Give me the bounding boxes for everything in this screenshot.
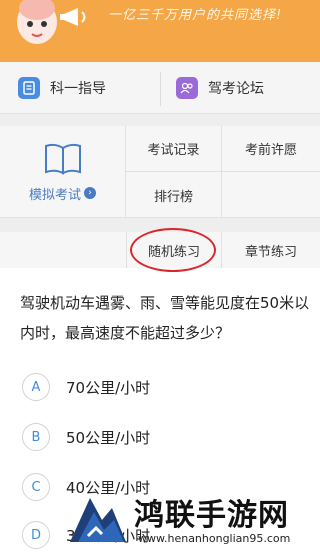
open-book-icon xyxy=(44,143,81,175)
highlight-circle xyxy=(130,228,216,272)
option-key: C xyxy=(22,473,50,501)
watermark: 鸿联手游网 www.henanhonglian95.com xyxy=(68,488,320,553)
book-guide-icon xyxy=(18,77,40,99)
divider xyxy=(160,72,161,106)
feature-grid: 模拟考试 › 考试记录 考前许愿 排行榜 xyxy=(0,126,320,218)
megaphone-icon xyxy=(60,8,86,26)
question-text: 驾驶机动车遇雾、雨、雪等能见度在50米以内时，最高速度不能超过多少？ xyxy=(20,294,310,342)
exam-record-button[interactable]: 考试记录 xyxy=(126,126,222,172)
chevron-right-icon: › xyxy=(84,187,96,199)
menu-item-guide[interactable]: 科一指导 xyxy=(18,62,106,114)
watermark-logo-icon xyxy=(70,498,126,542)
mock-exam-button[interactable]: 模拟考试 › xyxy=(0,126,126,218)
option-text: 50公里/小时 xyxy=(66,428,151,447)
option-key: D xyxy=(22,521,50,549)
option-key: A xyxy=(22,373,50,401)
menu-item-label: 科一指导 xyxy=(50,81,106,97)
top-banner: 一亿三千万用户的共同选择! xyxy=(0,0,320,62)
menu-row: 科一指导 驾考论坛 xyxy=(0,62,320,114)
pre-exam-wish-button[interactable]: 考前许愿 xyxy=(222,126,320,172)
leaderboard-button[interactable]: 排行榜 xyxy=(126,172,222,218)
menu-item-label: 驾考论坛 xyxy=(208,81,264,97)
mock-exam-label: 模拟考试 › xyxy=(29,184,96,203)
option-key: B xyxy=(22,423,50,451)
banner-slogan: 一亿三千万用户的共同选择! xyxy=(108,8,283,23)
option-b[interactable]: B 50公里/小时 xyxy=(22,422,150,452)
watermark-url: www.henanhonglian95.com xyxy=(138,532,291,545)
mascot-icon xyxy=(17,0,57,44)
option-text: 70公里/小时 xyxy=(66,378,151,397)
section-gap xyxy=(0,114,320,126)
grid-empty-cell xyxy=(222,172,320,218)
forum-users-icon xyxy=(176,77,198,99)
mock-exam-text: 模拟考试 xyxy=(28,187,81,203)
watermark-title: 鸿联手游网 xyxy=(134,498,289,533)
menu-item-forum[interactable]: 驾考论坛 xyxy=(176,62,264,114)
option-a[interactable]: A 70公里/小时 xyxy=(22,372,150,402)
